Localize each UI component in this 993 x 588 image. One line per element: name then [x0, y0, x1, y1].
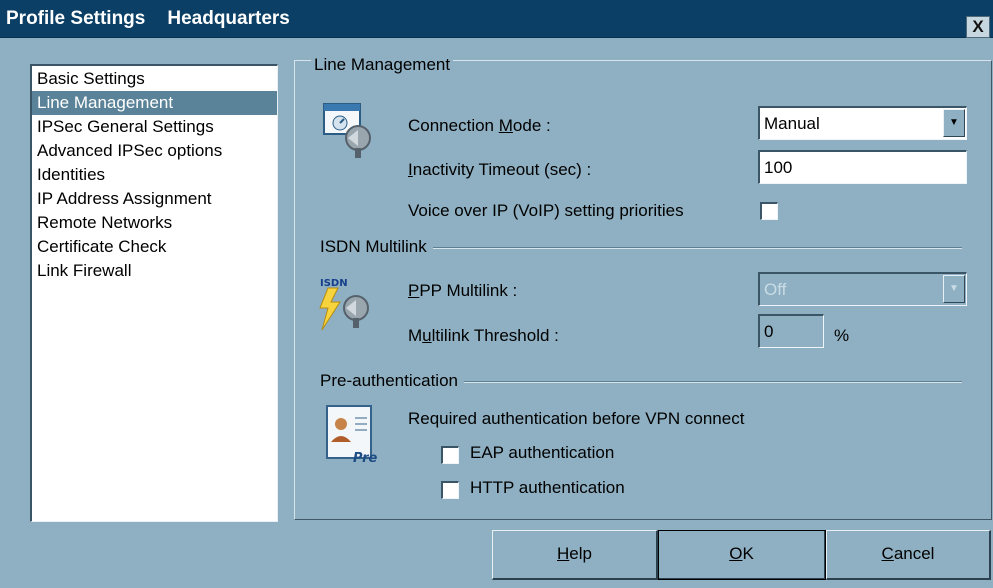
- http-authentication-checkbox[interactable]: [441, 481, 459, 499]
- multilink-threshold-label: Multilink Threshold :: [408, 326, 559, 345]
- nav-item-remote-networks[interactable]: Remote Networks: [32, 211, 277, 235]
- line-connection-icon: [323, 103, 371, 158]
- nav-item-identities[interactable]: Identities: [32, 163, 277, 187]
- window-subtitle: Headquarters: [167, 8, 290, 29]
- dropdown-arrow-icon[interactable]: ▼: [943, 275, 965, 303]
- inactivity-timeout-value: 100: [764, 158, 793, 177]
- inactivity-timeout-label: Inactivity Timeout (sec) :: [408, 160, 592, 179]
- eap-authentication-checkbox[interactable]: [441, 446, 459, 464]
- cancel-button[interactable]: Cancel: [826, 530, 991, 580]
- panel-title: Line Management: [311, 55, 454, 75]
- isdn-multilink-heading: ISDN Multilink: [320, 237, 433, 257]
- connection-mode-select[interactable]: Manual ▼: [758, 106, 967, 140]
- http-authentication-label: HTTP authentication: [470, 478, 625, 497]
- pre-authentication-heading: Pre-authentication: [320, 371, 464, 391]
- percent-unit-label: %: [834, 326, 850, 345]
- ppp-multilink-label: PPP Multilink :: [408, 281, 518, 300]
- profile-settings-dialog: Profile Settings Headquarters X Basic Set…: [0, 0, 993, 588]
- eap-authentication-label: EAP authentication: [470, 443, 615, 462]
- voip-priorities-checkbox[interactable]: [760, 202, 778, 220]
- multilink-threshold-input[interactable]: 0: [758, 314, 824, 348]
- multilink-threshold-value: 0: [764, 322, 774, 341]
- voip-priorities-label: Voice over IP (VoIP) setting priorities: [408, 201, 684, 220]
- isdn-multilink-icon: ISDN: [319, 278, 369, 331]
- nav-item-line-management[interactable]: Line Management: [32, 91, 277, 115]
- preauth-description: Required authentication before VPN conne…: [408, 409, 745, 428]
- connection-mode-value: Manual: [764, 114, 820, 133]
- close-button[interactable]: X: [966, 16, 990, 38]
- nav-item-ip-address-assignment[interactable]: IP Address Assignment: [32, 187, 277, 211]
- title-bar[interactable]: Profile Settings Headquarters X: [0, 0, 993, 38]
- ppp-multilink-value: Off: [764, 280, 787, 299]
- nav-item-ipsec-general-settings[interactable]: IPSec General Settings: [32, 115, 277, 139]
- ok-button[interactable]: OK: [658, 530, 826, 580]
- connection-mode-label: Connection Mode :: [408, 116, 551, 135]
- inactivity-timeout-input[interactable]: 100: [758, 150, 967, 184]
- nav-item-link-firewall[interactable]: Link Firewall: [32, 259, 277, 283]
- help-button[interactable]: Help: [492, 530, 658, 580]
- settings-category-list[interactable]: Basic Settings Line Management IPSec Gen…: [30, 64, 278, 522]
- pre-authentication-icon: Pre: [326, 405, 378, 466]
- window-title: Profile Settings Headquarters: [6, 8, 290, 29]
- svg-text:Pre: Pre: [353, 451, 378, 466]
- svg-text:ISDN: ISDN: [320, 278, 348, 289]
- close-icon: X: [972, 17, 984, 36]
- ppp-multilink-select[interactable]: Off ▼: [758, 272, 967, 306]
- nav-item-certificate-check[interactable]: Certificate Check: [32, 235, 277, 259]
- dropdown-arrow-icon[interactable]: ▼: [943, 109, 965, 137]
- nav-item-basic-settings[interactable]: Basic Settings: [32, 67, 277, 91]
- nav-item-advanced-ipsec-options[interactable]: Advanced IPSec options: [32, 139, 277, 163]
